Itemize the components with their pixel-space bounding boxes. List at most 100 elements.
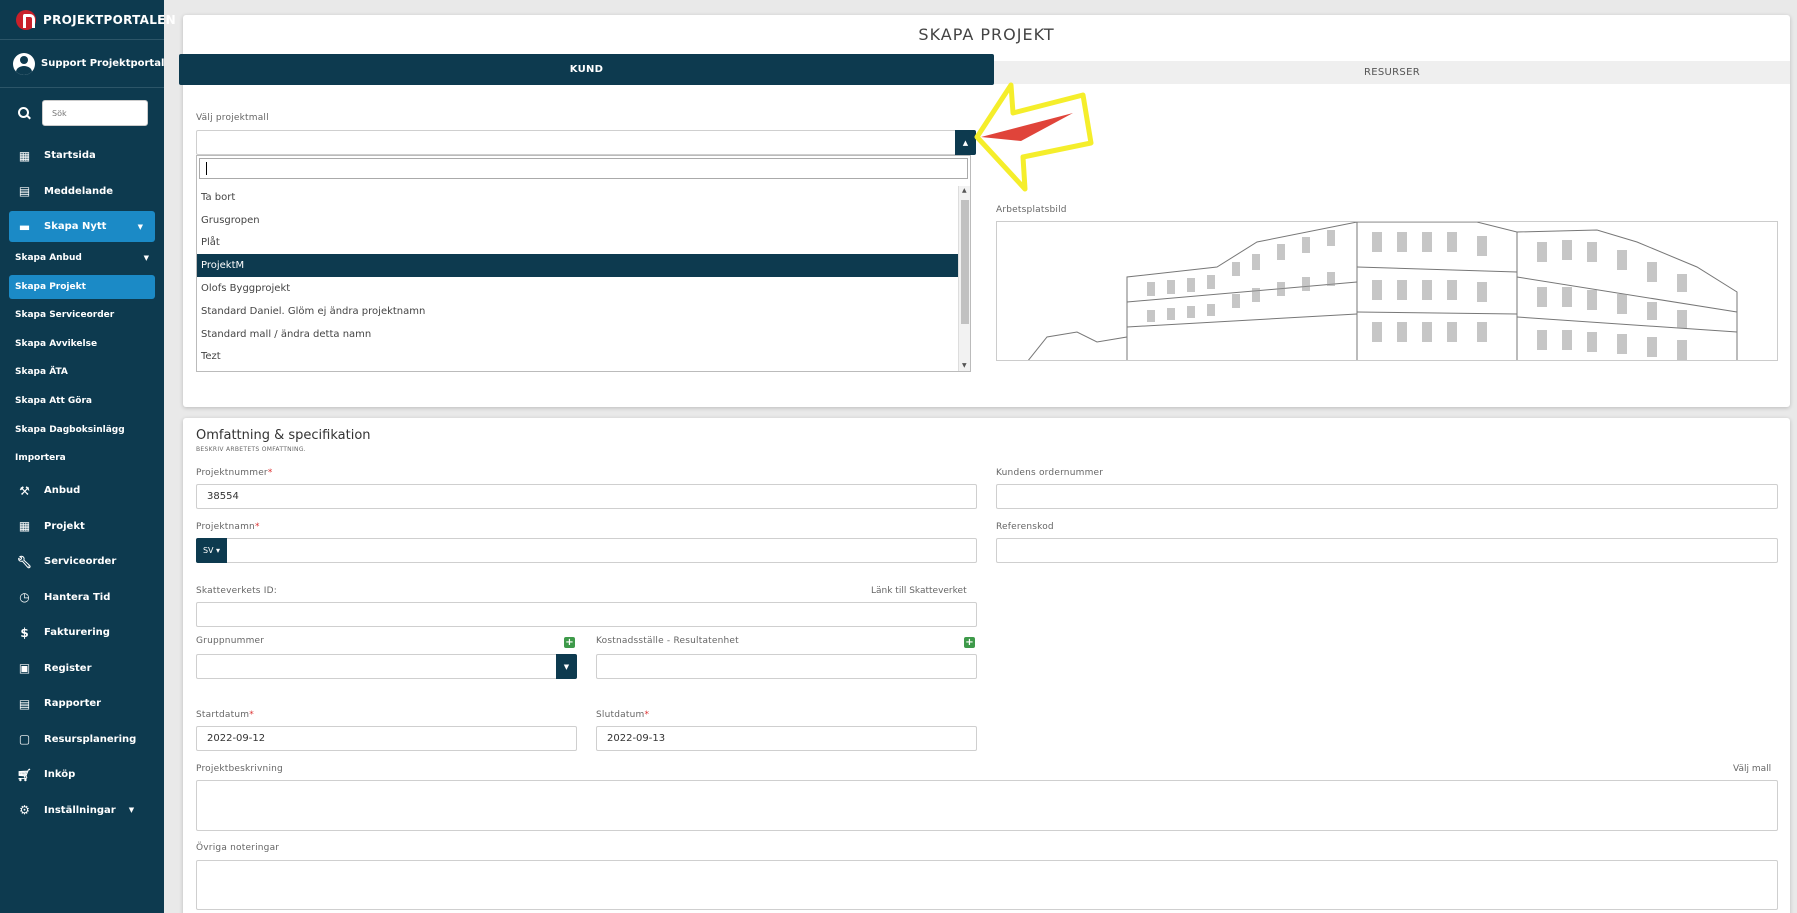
choose-template-link[interactable]: Välj mall: [1733, 764, 1771, 774]
start-date-label: Startdatum*: [196, 710, 254, 720]
cost-center-field[interactable]: [596, 654, 977, 679]
tax-id-field[interactable]: [196, 602, 977, 627]
sidebar-item-startsida[interactable]: ▦ Startsida: [0, 138, 164, 174]
dropdown-list: Ta bort Grusgropen Plåt ProjektM Olofs B…: [197, 186, 959, 368]
sidebar-item-label: Hantera Tid: [44, 591, 111, 603]
sidebar-subitem-importera[interactable]: Importera: [0, 444, 164, 473]
reference-field[interactable]: [996, 538, 1778, 563]
sidebar-item-resursplanering[interactable]: ▢ Resursplanering: [0, 721, 164, 757]
chevron-down-icon: ▼: [128, 806, 135, 815]
project-name-label: Projektnamn*: [196, 522, 260, 532]
building-sketch-icon: [1027, 222, 1738, 360]
sidebar-subitem-skapa-att-gora[interactable]: Skapa Att Göra: [0, 387, 164, 416]
subitem-label: Skapa Anbud: [15, 253, 82, 264]
template-label: Välj projektmall: [196, 113, 269, 123]
dropdown-option[interactable]: Standard mall / ändra detta namn: [197, 323, 959, 346]
notes-field[interactable]: [196, 860, 1778, 910]
brand[interactable]: PROJEKTPORTALEN: [0, 0, 176, 40]
dropdown-option[interactable]: Standard Daniel. Glöm ej ändra projektna…: [197, 300, 959, 323]
tax-agency-link[interactable]: Länk till Skatteverket: [871, 586, 967, 596]
dropdown-option[interactable]: Tezt: [197, 346, 959, 369]
projects-icon: ▦: [18, 519, 31, 534]
required-marker: *: [254, 522, 260, 532]
sidebar-item-meddelande[interactable]: ▤ Meddelande: [0, 174, 164, 210]
dollar-icon: $: [20, 625, 29, 640]
sidebar-item-skapa-nytt[interactable]: ▬ Skapa Nytt ▼: [9, 211, 155, 242]
sidebar-subitem-skapa-anbud[interactable]: Skapa Anbud ▼: [0, 244, 164, 273]
project-number-field[interactable]: 38554: [196, 484, 977, 509]
reference-label: Referenskod: [996, 522, 1054, 532]
dropdown-option[interactable]: Plåt: [197, 232, 959, 255]
sidebar-item-hantera-tid[interactable]: ◷ Hantera Tid: [0, 579, 164, 615]
sidebar-item-label: Meddelande: [44, 185, 114, 197]
sidebar-item-fakturering[interactable]: $ Fakturering: [0, 615, 164, 651]
sidebar-item-installningar[interactable]: ⚙ Inställningar ▼: [0, 792, 164, 828]
brand-logo-icon: [16, 9, 36, 30]
sidebar-item-label: Inställningar: [44, 804, 116, 816]
add-cost-center-icon[interactable]: +: [964, 637, 975, 648]
required-marker: *: [644, 710, 650, 720]
tab-kund[interactable]: KUND: [179, 54, 994, 85]
sidebar-item-label: Register: [44, 662, 92, 674]
label-text: Projektnamn: [196, 522, 255, 532]
clock-icon: ◷: [19, 590, 30, 605]
user-name: Support Projektportalen: [41, 58, 164, 69]
description-field[interactable]: [196, 780, 1778, 831]
user-profile[interactable]: Support Projektportalen: [0, 40, 164, 88]
customer-order-field[interactable]: [996, 484, 1778, 509]
dropdown-option[interactable]: Ta bort: [197, 186, 959, 209]
scope-card: Omfattning & specifikation BESKRIV ARBET…: [183, 418, 1790, 913]
start-date-field[interactable]: 2022-09-12: [196, 726, 577, 751]
search-input[interactable]: [42, 100, 148, 126]
sidebar: PROJEKTPORTALEN Support Projektportalen …: [0, 0, 176, 913]
annotation-arrow-icon: [974, 82, 1094, 192]
subitem-label: Skapa Att Göra: [15, 396, 92, 407]
chevron-down-icon[interactable]: ▼: [556, 654, 577, 679]
sidebar-subitem-skapa-dagboksinlagg[interactable]: Skapa Dagboksinlägg: [0, 415, 164, 444]
sidebar-subitem-skapa-serviceorder[interactable]: Skapa Serviceorder: [0, 301, 164, 330]
project-name-field[interactable]: [196, 538, 977, 563]
tax-id-label: Skatteverkets ID:: [196, 586, 277, 596]
subitem-label: Importera: [15, 453, 66, 464]
template-dropdown: Ta bort Grusgropen Plåt ProjektM Olofs B…: [196, 155, 971, 372]
sidebar-search: [0, 88, 164, 138]
dropdown-search-input[interactable]: [199, 158, 968, 179]
sidebar-subitem-skapa-avvikelse[interactable]: Skapa Avvikelse: [0, 329, 164, 358]
sidebar-item-register[interactable]: ▣ Register: [0, 650, 164, 686]
dropdown-option-selected[interactable]: ProjektM: [197, 254, 959, 278]
dropdown-scrollbar[interactable]: ▲ ▼: [958, 186, 970, 371]
scroll-down-icon[interactable]: ▼: [962, 362, 967, 369]
search-icon: [18, 107, 30, 119]
add-group-icon[interactable]: +: [564, 637, 575, 648]
sidebar-item-serviceorder[interactable]: 🔧︎ Serviceorder: [0, 544, 164, 580]
sidebar-subitem-skapa-ata[interactable]: Skapa ÄTA: [0, 358, 164, 387]
language-select-button[interactable]: SV ▾: [196, 538, 227, 563]
end-date-label: Slutdatum*: [596, 710, 649, 720]
scrollbar-thumb[interactable]: [961, 200, 969, 324]
group-number-label: Gruppnummer: [196, 636, 265, 646]
section-title: Omfattning & specifikation: [196, 428, 371, 443]
chevron-down-icon: ▼: [137, 222, 143, 231]
site-image-label: Arbetsplatsbild: [996, 205, 1067, 215]
register-icon: ▣: [18, 661, 31, 676]
gavel-icon: ⚒: [19, 483, 30, 498]
sidebar-item-inkop[interactable]: 🛒︎ Inköp: [0, 757, 164, 793]
sidebar-item-anbud[interactable]: ⚒ Anbud: [0, 473, 164, 509]
label-text: Slutdatum: [596, 710, 645, 720]
dropdown-option[interactable]: Olofs Byggprojekt: [197, 277, 959, 300]
sidebar-item-label: Projekt: [44, 520, 85, 532]
sidebar-subitem-skapa-projekt[interactable]: Skapa Projekt: [9, 274, 155, 299]
sidebar-item-rapporter[interactable]: ▤ Rapporter: [0, 686, 164, 722]
scroll-up-icon[interactable]: ▲: [962, 187, 967, 194]
label-text: Startdatum: [196, 710, 250, 720]
site-image[interactable]: [996, 221, 1778, 361]
chevron-down-icon: ▼: [143, 254, 149, 263]
dropdown-option[interactable]: Grusgropen: [197, 209, 959, 232]
sidebar-item-label: Startsida: [44, 150, 96, 162]
sidebar-item-projekt[interactable]: ▦ Projekt: [0, 508, 164, 544]
template-select[interactable]: [196, 130, 971, 155]
group-number-select[interactable]: [196, 654, 577, 679]
sidebar-item-label: Anbud: [44, 485, 81, 497]
calendar-icon: ▤: [18, 696, 31, 711]
end-date-field[interactable]: 2022-09-13: [596, 726, 977, 751]
